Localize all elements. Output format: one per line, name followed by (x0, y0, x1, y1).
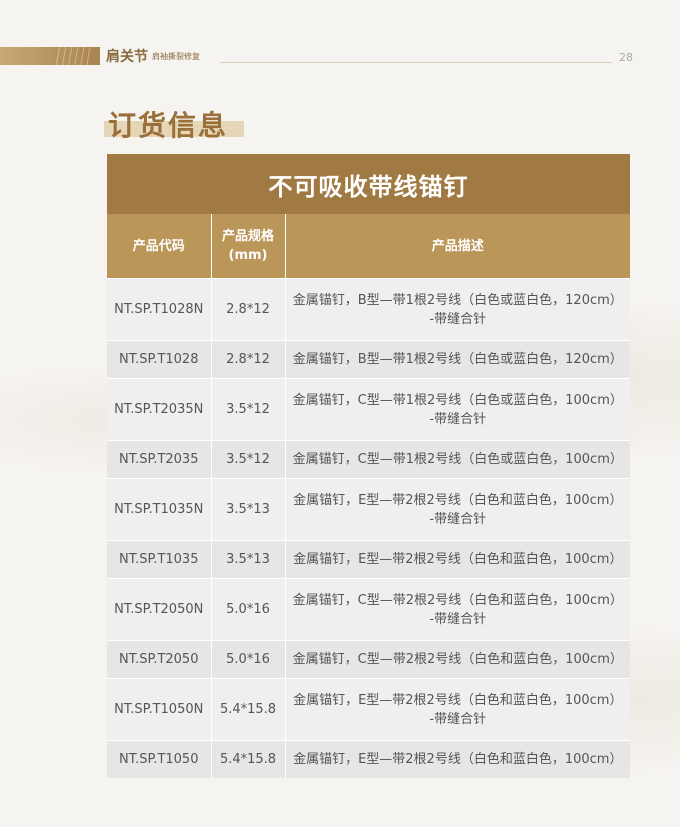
description-line: 金属锚钉，B型—带1根2号线（白色或蓝白色，120cm） (292, 292, 623, 308)
description-note: -带缝合针 (429, 411, 487, 427)
product-code: NT.SP.T1050 (107, 740, 212, 778)
description-note: -带缝合针 (429, 611, 487, 627)
product-description: 金属锚钉，E型—带2根2号线（白色和蓝白色，100cm） (285, 740, 631, 778)
table-row: NT.SP.T2035 3.5*12 金属锚钉，C型—带1根2号线（白色或蓝白色，1… (107, 440, 631, 479)
product-spec: 2.8*12 (211, 278, 286, 341)
table-body: NT.SP.T1028N 2.8*12 金属锚钉，B型—带1根2号线（白色或蓝白色，… (107, 278, 631, 778)
product-code: NT.SP.T2050N (107, 578, 212, 641)
product-spec: 3.5*13 (211, 478, 286, 541)
table-row: NT.SP.T2035N 3.5*12 金属锚钉，C型—带1根2号线（白色或蓝白色，… (107, 378, 631, 441)
page-number: 28 (619, 51, 633, 64)
table-row: NT.SP.T1050 5.4*15.8 金属锚钉，E型—带2根2号线（白色和蓝白色… (107, 740, 631, 778)
table-row: NT.SP.T1050N 5.4*15.8 金属锚钉，E型—带2根2号线（白色和蓝白… (107, 678, 631, 741)
table-banner: 不可吸收带线锚钉 (107, 154, 631, 214)
description-line: 金属锚钉，E型—带2根2号线（白色和蓝白色，100cm） (293, 552, 623, 567)
product-code: NT.SP.T1028N (107, 278, 212, 341)
table-row: NT.SP.T1028 2.8*12 金属锚钉，B型—带1根2号线（白色或蓝白色，1… (107, 340, 631, 379)
description-line: 金属锚钉，E型—带2根2号线（白色和蓝白色，100cm） (293, 492, 623, 508)
column-header-desc: 产品描述 (285, 214, 631, 279)
product-code: NT.SP.T2035 (107, 440, 212, 479)
table-row: NT.SP.T1035 3.5*13 金属锚钉，E型—带2根2号线（白色和蓝白色，1… (107, 540, 631, 579)
product-spec: 3.5*12 (211, 440, 286, 479)
column-header-spec-line: (mm) (228, 248, 268, 263)
product-spec: 5.4*15.8 (211, 678, 286, 741)
product-code: NT.SP.T2050 (107, 640, 212, 679)
table-row: NT.SP.T2050N 5.0*16 金属锚钉，C型—带2根2号线（白色和蓝白色，… (107, 578, 631, 641)
product-code: NT.SP.T1028 (107, 340, 212, 379)
table-row: NT.SP.T1028N 2.8*12 金属锚钉，B型—带1根2号线（白色或蓝白色，… (107, 278, 631, 341)
description-line: 金属锚钉，C型—带1根2号线（白色或蓝白色，100cm） (292, 392, 623, 408)
description-line: 金属锚钉，C型—带2根2号线（白色和蓝白色，100cm） (292, 652, 623, 667)
product-description: 金属锚钉，E型—带2根2号线（白色和蓝白色，100cm） -带缝合针 (285, 678, 631, 741)
product-description: 金属锚钉，C型—带1根2号线（白色或蓝白色，100cm） (285, 440, 631, 479)
column-header-spec-line: 产品规格 (221, 229, 274, 244)
description-line: 金属锚钉，C型—带1根2号线（白色或蓝白色，100cm） (292, 452, 623, 467)
product-description: 金属锚钉，C型—带2根2号线（白色和蓝白色，100cm） (285, 640, 631, 679)
chapter-subtitle: 肩袖撕裂修复 (152, 52, 200, 61)
header-divider (220, 62, 612, 63)
product-description: 金属锚钉，B型—带1根2号线（白色或蓝白色，120cm） -带缝合针 (285, 278, 631, 341)
order-table: 不可吸收带线锚钉 产品代码 产品规格 (mm) 产品描述 NT.SP.T1028N… (107, 154, 631, 778)
product-spec: 2.8*12 (211, 340, 286, 379)
product-description: 金属锚钉，C型—带1根2号线（白色或蓝白色，100cm） -带缝合针 (285, 378, 631, 441)
product-description: 金属锚钉，C型—带2根2号线（白色和蓝白色，100cm） -带缝合针 (285, 578, 631, 641)
table-row: NT.SP.T2050 5.0*16 金属锚钉，C型—带2根2号线（白色和蓝白色，1… (107, 640, 631, 679)
description-line: 金属锚钉，C型—带2根2号线（白色和蓝白色，100cm） (292, 592, 623, 608)
column-header-code: 产品代码 (107, 214, 212, 279)
header-accent-bar (0, 47, 100, 65)
column-header-spec: 产品规格 (mm) (211, 214, 286, 279)
product-code: NT.SP.T2035N (107, 378, 212, 441)
description-note: -带缝合针 (429, 711, 487, 727)
product-spec: 3.5*12 (211, 378, 286, 441)
product-spec: 5.0*16 (211, 578, 286, 641)
chapter-title: 肩关节 (106, 49, 148, 65)
header-stripes (54, 47, 90, 65)
description-line: 金属锚钉，E型—带2根2号线（白色和蓝白色，100cm） (293, 752, 623, 767)
description-note: -带缝合针 (429, 311, 487, 327)
product-code: NT.SP.T1035N (107, 478, 212, 541)
product-code: NT.SP.T1050N (107, 678, 212, 741)
section-title: 订货信息 (108, 109, 229, 142)
product-description: 金属锚钉，B型—带1根2号线（白色或蓝白色，120cm） (285, 340, 631, 379)
product-code: NT.SP.T1035 (107, 540, 212, 579)
description-line: 金属锚钉，B型—带1根2号线（白色或蓝白色，120cm） (292, 352, 623, 367)
product-spec: 5.0*16 (211, 640, 286, 679)
description-note: -带缝合针 (429, 511, 487, 527)
description-line: 金属锚钉，E型—带2根2号线（白色和蓝白色，100cm） (293, 692, 623, 708)
product-spec: 5.4*15.8 (211, 740, 286, 778)
order-table-container: 不可吸收带线锚钉 产品代码 产品规格 (mm) 产品描述 NT.SP.T1028N… (107, 154, 631, 778)
table-row: NT.SP.T1035N 3.5*13 金属锚钉，E型—带2根2号线（白色和蓝白色，… (107, 478, 631, 541)
product-description: 金属锚钉，E型—带2根2号线（白色和蓝白色，100cm） -带缝合针 (285, 478, 631, 541)
product-description: 金属锚钉，E型—带2根2号线（白色和蓝白色，100cm） (285, 540, 631, 579)
product-spec: 3.5*13 (211, 540, 286, 579)
